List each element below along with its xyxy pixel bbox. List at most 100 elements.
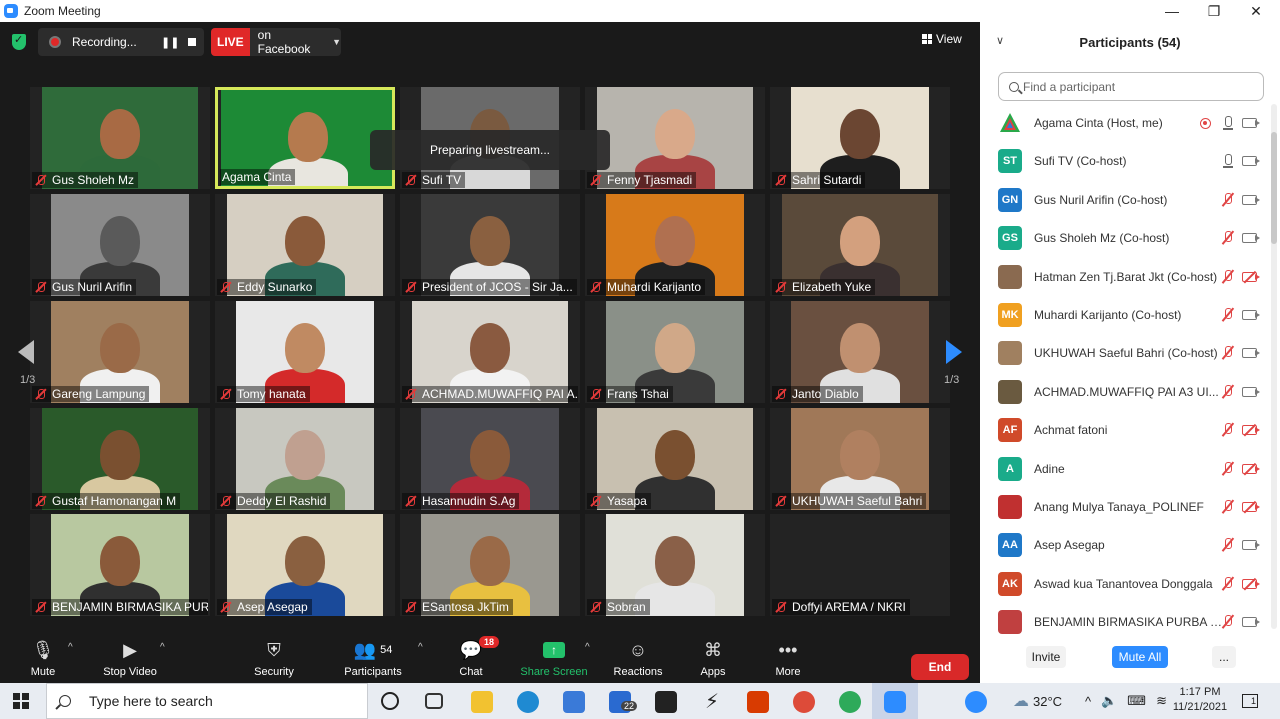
audio-options-caret-icon[interactable]: ^ [68,642,73,653]
mail-icon[interactable]: 22 [609,691,638,713]
video-camera-icon[interactable] [1242,194,1260,205]
video-camera-icon[interactable] [1242,310,1260,320]
video-tile[interactable]: Gus Sholeh Mz [30,87,210,189]
participant-row[interactable]: Anang Mulya Tanaya_POLINEF [980,488,1270,526]
participant-search[interactable] [998,72,1264,101]
apps-button[interactable]: ⌘ Apps [673,638,753,679]
tray-overflow-icon[interactable]: ^ [1085,694,1091,709]
participant-row[interactable]: Agama Cinta (Host, me) [980,104,1270,142]
muted-mic-icon[interactable] [1222,461,1234,476]
office-icon[interactable] [747,691,769,713]
participant-row[interactable]: AA Asep Asegap [980,526,1270,564]
minimize-button[interactable]: — [1152,0,1192,22]
muted-mic-icon[interactable] [1222,500,1234,514]
muted-mic-icon[interactable] [1222,538,1234,552]
participant-row[interactable]: AK Aswad kua Tanantovea Donggala [980,565,1270,603]
reactions-button[interactable]: ☺ Reactions [598,638,678,679]
pause-recording-icon[interactable]: ❚❚ [161,36,179,49]
notifications-button[interactable]: 1 [1242,683,1258,719]
video-tile[interactable]: Janto Diablo [770,301,950,403]
weather-widget[interactable]: ☁ 32°C [1013,683,1062,719]
video-tile[interactable]: Agama Cinta [215,87,395,189]
participant-row[interactable]: MK Muhardi Karijanto (Co-host) [980,296,1270,334]
speaker-icon[interactable]: 🔈 [1101,693,1117,709]
video-tile[interactable]: Elizabeth Yuke [770,194,950,296]
taskbar-clock[interactable]: 1:17 PM 11/21/2021 [1170,685,1230,715]
video-off-icon[interactable] [1242,578,1260,589]
edge-browser-icon[interactable] [517,691,539,713]
video-tile[interactable]: Sahri Sutardi [770,87,950,189]
participants-options-caret-icon[interactable]: ^ [418,642,423,653]
participant-row[interactable]: AF Achmat fatoni [980,411,1270,449]
muted-mic-icon[interactable] [1222,615,1234,629]
video-tile[interactable]: Hasannudin S.Ag [400,408,580,510]
video-off-icon[interactable] [1242,463,1260,474]
file-explorer-icon[interactable] [471,691,493,713]
task-view-icon[interactable] [425,693,443,709]
stop-video-button[interactable]: ▶ Stop Video [90,638,170,679]
invite-button[interactable]: Invite [1026,646,1066,668]
participant-row[interactable]: A Adine [980,450,1270,488]
video-tile[interactable]: ESantosa JkTim [400,514,580,616]
livestream-indicator[interactable]: LIVE on Facebook ▼ [211,28,341,56]
video-camera-icon[interactable] [1242,156,1260,167]
mute-all-button[interactable]: Mute All [1112,646,1168,668]
video-tile[interactable]: Gus Nuril Arifin [30,194,210,296]
participant-row[interactable]: ST Sufi TV (Co-host) [980,142,1270,180]
help-icon[interactable] [965,691,987,713]
participant-row[interactable]: UKHUWAH Saeful Bahri (Co-host) [980,334,1270,372]
muted-mic-icon[interactable] [1222,384,1234,399]
previous-page-arrow-icon[interactable] [18,340,34,364]
chrome-icon[interactable] [793,691,815,713]
chrome-profile-icon[interactable] [839,691,861,713]
video-off-icon[interactable] [1242,502,1260,512]
video-tile[interactable]: Gareng Lampung [30,301,210,403]
security-button[interactable]: ⛨ Security [234,638,314,679]
muted-mic-icon[interactable] [1222,269,1234,284]
video-tile[interactable]: Eddy Sunarko [215,194,395,296]
video-tile[interactable]: Gustaf Hamonangan M [30,408,210,510]
video-camera-icon[interactable] [1242,118,1260,128]
dropbox-icon[interactable] [655,691,677,713]
share-options-caret-icon[interactable]: ^ [585,642,590,653]
video-tile[interactable]: President of JCOS - Sir Ja... [400,194,580,296]
participant-row[interactable]: GN Gus Nuril Arifin (Co-host) [980,181,1270,219]
muted-mic-icon[interactable] [1222,346,1234,360]
muted-mic-icon[interactable] [1222,231,1234,245]
share-screen-button[interactable]: ↑ Share Screen [514,638,594,678]
participant-row[interactable]: GS Gus Sholeh Mz (Co-host) [980,219,1270,257]
video-tile[interactable]: Tomy hanata [215,301,395,403]
video-tile[interactable]: Fenny Tjasmadi [585,87,765,189]
view-button[interactable]: View [922,32,962,46]
close-button[interactable]: ✕ [1236,0,1276,22]
microphone-icon[interactable] [1222,154,1234,168]
lightning-app-icon[interactable]: ⚡ [701,691,723,713]
encryption-shield-icon[interactable] [12,33,26,50]
participants-button[interactable]: 👥 54 Participants [333,638,413,679]
muted-mic-icon[interactable] [1222,423,1234,437]
video-tile[interactable]: Asep Asegap [215,514,395,616]
video-camera-icon[interactable] [1242,540,1260,551]
windows-start-icon[interactable] [13,693,29,709]
video-tile[interactable]: UKHUWAH Saeful Bahri [770,408,950,510]
video-camera-icon[interactable] [1242,233,1260,244]
video-off-icon[interactable] [1242,425,1260,436]
stop-recording-icon[interactable] [188,38,196,46]
video-options-caret-icon[interactable]: ^ [160,642,165,653]
video-tile[interactable]: Frans Tshai [585,301,765,403]
video-tile[interactable]: BENJAMIN BIRMASIKA PUR... [30,514,210,616]
restore-button[interactable]: ❐ [1194,0,1234,22]
more-button[interactable]: ••• More [748,638,828,679]
video-tile[interactable]: ACHMAD.MUWAFFIQ PAI A... [400,301,580,403]
language-icon[interactable]: ⌨ [1127,693,1146,709]
end-meeting-button[interactable]: End [911,654,969,680]
taskbar-search-box[interactable]: Type here to search [46,683,368,719]
participant-row[interactable]: ACHMAD.MUWAFFIQ PAI A3 UI... [980,373,1270,411]
participant-row[interactable]: Hatman Zen Tj.Barat Jkt (Co-host) [980,258,1270,296]
video-tile[interactable]: Sobran [585,514,765,616]
video-tile[interactable]: Deddy El Rashid [215,408,395,510]
microphone-icon[interactable] [1222,116,1234,130]
zoom-taskbar-button[interactable] [872,683,918,719]
participant-row[interactable]: BENJAMIN BIRMASIKA PURBA - ... [980,603,1270,641]
chat-button[interactable]: 💬 18 Chat [431,636,511,678]
